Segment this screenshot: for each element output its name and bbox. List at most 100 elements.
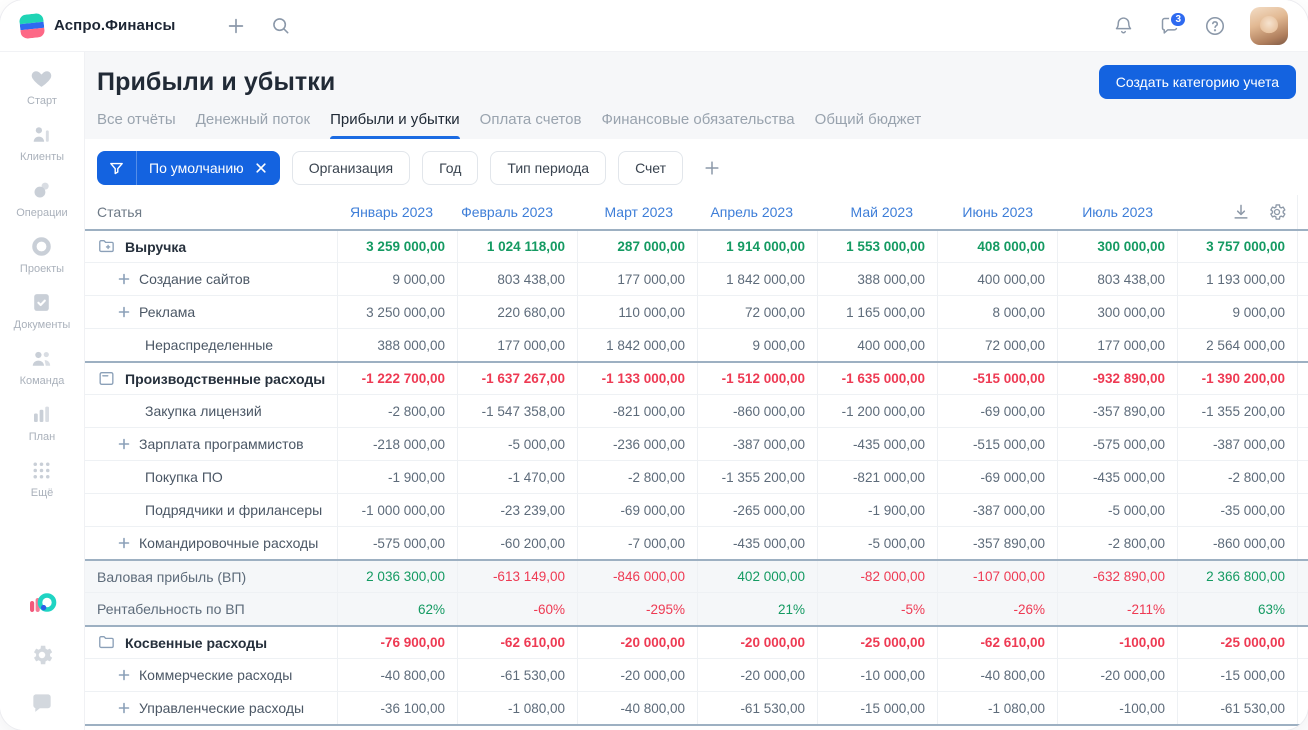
notifications-bell-icon[interactable] xyxy=(1106,9,1140,43)
expand-plus-icon[interactable] xyxy=(118,306,130,318)
table-cell: -40 800,00 xyxy=(337,659,457,691)
table-settings-gear-icon[interactable] xyxy=(1267,202,1287,222)
sidebar-item-operations[interactable]: Операции xyxy=(14,178,71,219)
expand-plus-icon[interactable] xyxy=(118,537,130,549)
row-label-cell[interactable]: Коммерческие расходы xyxy=(85,659,337,691)
tab-general-budget[interactable]: Общий бюджет xyxy=(815,111,922,139)
table-row: Управленческие расходы -36 100,00 -1 080,0… xyxy=(85,691,1308,724)
table-cell: -1 900,00 xyxy=(337,461,457,493)
table-tools xyxy=(1177,195,1297,229)
table-cell: -387 000,00 xyxy=(1177,428,1297,460)
table-cell: -25 000,00 xyxy=(1177,627,1297,658)
chat-icon[interactable]: 3 xyxy=(1152,9,1187,43)
sidebar-item-label: Команда xyxy=(19,375,65,387)
table-cell: -2 800,00 xyxy=(577,461,697,493)
filter-chip[interactable]: Счет xyxy=(618,151,684,185)
table-cell: -26% xyxy=(937,593,1057,625)
row-label-cell[interactable]: Косвенные расходы xyxy=(85,627,337,658)
main-area: Прибыли и убытки Создать категорию учета… xyxy=(85,52,1308,730)
sidebar-item-clients[interactable]: Клиенты xyxy=(14,122,71,163)
table-cell: -7 000,00 xyxy=(577,527,697,559)
table-cell: -1 355 200,00 xyxy=(1177,395,1297,427)
download-icon[interactable] xyxy=(1231,202,1251,222)
row-label-cell[interactable]: Покупка ПО xyxy=(85,461,337,493)
tab-financial-obligations[interactable]: Финансовые обязательства xyxy=(601,111,794,139)
table-cell: -1 080,00 xyxy=(937,692,1057,724)
expand-plus-icon[interactable] xyxy=(118,669,130,681)
table-row: Рентабельность по ВП 62% -60% -295% 21% -5% -2… xyxy=(85,592,1308,625)
tab-profit-loss[interactable]: Прибыли и убытки xyxy=(330,111,460,139)
table-cell: -632 890,00 xyxy=(1057,561,1177,592)
search-icon[interactable] xyxy=(263,9,297,43)
filter-chip[interactable]: Год xyxy=(422,151,479,185)
row-tail xyxy=(1297,329,1308,361)
row-label-cell[interactable]: Подрядчики и фрилансеры xyxy=(85,494,337,526)
page-header: Прибыли и убытки Создать категорию учета… xyxy=(85,52,1308,139)
create-category-button[interactable]: Создать категорию учета xyxy=(1098,65,1296,99)
table-cell: 1 914 000,00 xyxy=(697,231,817,262)
table-row: Покупка ПО -1 900,00 -1 470,00 -2 800,00 -1 … xyxy=(85,460,1308,493)
table-row: Валовая прибыль (ВП) 2 036 300,00 -613 149… xyxy=(85,559,1308,592)
help-icon[interactable] xyxy=(1198,9,1232,43)
table-cell: 3 250 000,00 xyxy=(337,296,457,328)
row-label-cell[interactable]: Управленческие расходы xyxy=(85,692,337,724)
tab-all-reports[interactable]: Все отчёты xyxy=(97,111,176,139)
row-label-cell[interactable]: Реклама xyxy=(85,296,337,328)
row-label: Покупка ПО xyxy=(145,469,223,485)
table-cell: -295% xyxy=(577,593,697,625)
table-cell: -265 000,00 xyxy=(697,494,817,526)
table-cell: -1 900,00 xyxy=(817,494,937,526)
table-cell: -76 900,00 xyxy=(337,627,457,658)
remove-filter-icon[interactable] xyxy=(252,161,280,175)
settings-gear-icon[interactable] xyxy=(29,642,55,668)
table-cell: -357 890,00 xyxy=(1057,395,1177,427)
row-label-cell[interactable]: Закупка лицензий xyxy=(85,395,337,427)
row-label-cell[interactable]: Командировочные расходы xyxy=(85,527,337,559)
feedback-chat-icon[interactable] xyxy=(29,690,55,716)
sidebar-item-documents[interactable]: Документы xyxy=(14,290,70,331)
row-label-cell[interactable]: Производственные расходы xyxy=(85,363,337,394)
table-cell: -5 000,00 xyxy=(1057,494,1177,526)
table-cell: 220 680,00 xyxy=(457,296,577,328)
tab-invoice-payment[interactable]: Оплата счетов xyxy=(480,111,582,139)
team-icon xyxy=(29,346,54,371)
row-label-cell[interactable]: Выручка xyxy=(85,231,337,262)
filter-chip[interactable]: Организация xyxy=(291,151,411,185)
table-cell: -846 000,00 xyxy=(577,561,697,592)
table-cell: -10 000,00 xyxy=(817,659,937,691)
row-label-cell[interactable]: Нераспределенные xyxy=(85,329,337,361)
table-cell: 1 193 000,00 xyxy=(1177,263,1297,295)
row-label-cell[interactable]: Создание сайтов xyxy=(85,263,337,295)
sidebar-item-more[interactable]: Ещё xyxy=(14,458,71,499)
month-column-header: Январь 2023 xyxy=(349,204,433,220)
expand-plus-icon[interactable] xyxy=(118,702,130,714)
create-plus-icon[interactable] xyxy=(219,9,253,43)
table-header-row: Статья Январь 2023 Февраль 2023 Март 2023 Ап… xyxy=(85,195,1308,229)
expand-plus-icon[interactable] xyxy=(118,438,130,450)
sidebar-item-start[interactable]: Старт xyxy=(14,66,71,107)
add-filter-button[interactable] xyxy=(695,151,729,185)
table-cell: -2 800,00 xyxy=(1057,527,1177,559)
table-cell: 72 000,00 xyxy=(697,296,817,328)
table-cell: 9 000,00 xyxy=(1177,296,1297,328)
table-cell: 1 842 000,00 xyxy=(577,329,697,361)
table-cell: 3 259 000,00 xyxy=(337,231,457,262)
table-cell: -5% xyxy=(817,593,937,625)
table-row: Косвенные расходы -76 900,00 -62 610,00 -20… xyxy=(85,625,1308,658)
funnel-icon xyxy=(97,151,137,185)
table-cell: -1 355 200,00 xyxy=(697,461,817,493)
row-label: Управленческие расходы xyxy=(139,700,305,716)
expand-plus-icon[interactable] xyxy=(118,273,130,285)
sidebar-item-team[interactable]: Команда xyxy=(14,346,71,387)
aspro-logo-icon[interactable] xyxy=(26,588,58,620)
sidebar-item-projects[interactable]: Проекты xyxy=(14,234,71,275)
row-label-cell[interactable]: Зарплата программистов xyxy=(85,428,337,460)
table-cell: -1 080,00 xyxy=(457,692,577,724)
default-filter-chip[interactable]: По умолчанию xyxy=(97,151,280,185)
sidebar-item-plan[interactable]: План xyxy=(14,402,71,443)
table-cell: 2 036 300,00 xyxy=(337,561,457,592)
tab-cash-flow[interactable]: Денежный поток xyxy=(196,111,310,139)
user-avatar[interactable] xyxy=(1250,6,1288,45)
app-name: Аспро.Финансы xyxy=(54,17,176,34)
filter-chip[interactable]: Тип периода xyxy=(490,151,607,185)
